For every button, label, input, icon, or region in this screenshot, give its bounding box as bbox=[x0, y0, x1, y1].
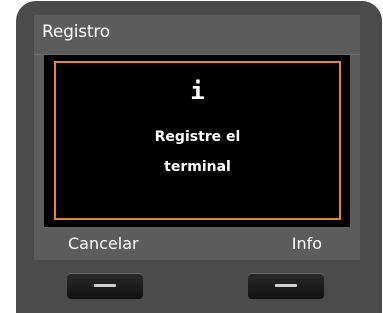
dialog-message-line-2: terminal bbox=[164, 159, 231, 175]
dialog-message-line-1: Registre el bbox=[154, 129, 241, 145]
info-icon: i bbox=[190, 77, 205, 105]
handset-device: Registro i Registre el terminal Cancelar… bbox=[0, 0, 383, 313]
softkey-bar: Cancelar Info bbox=[34, 227, 360, 260]
title-bar: Registro bbox=[34, 15, 360, 55]
softkey-info-label[interactable]: Info bbox=[292, 234, 322, 253]
key-bar-icon bbox=[94, 284, 116, 287]
dialog-area: i Registre el terminal bbox=[44, 55, 350, 227]
left-softkey-button[interactable] bbox=[67, 273, 143, 299]
info-dialog: i Registre el terminal bbox=[54, 61, 341, 220]
key-bar-icon bbox=[275, 284, 297, 287]
softkey-cancel-label[interactable]: Cancelar bbox=[68, 234, 139, 253]
display-screen: Registro i Registre el terminal Cancelar… bbox=[34, 15, 360, 260]
page-title: Registro bbox=[42, 22, 110, 42]
right-softkey-button[interactable] bbox=[248, 273, 324, 299]
